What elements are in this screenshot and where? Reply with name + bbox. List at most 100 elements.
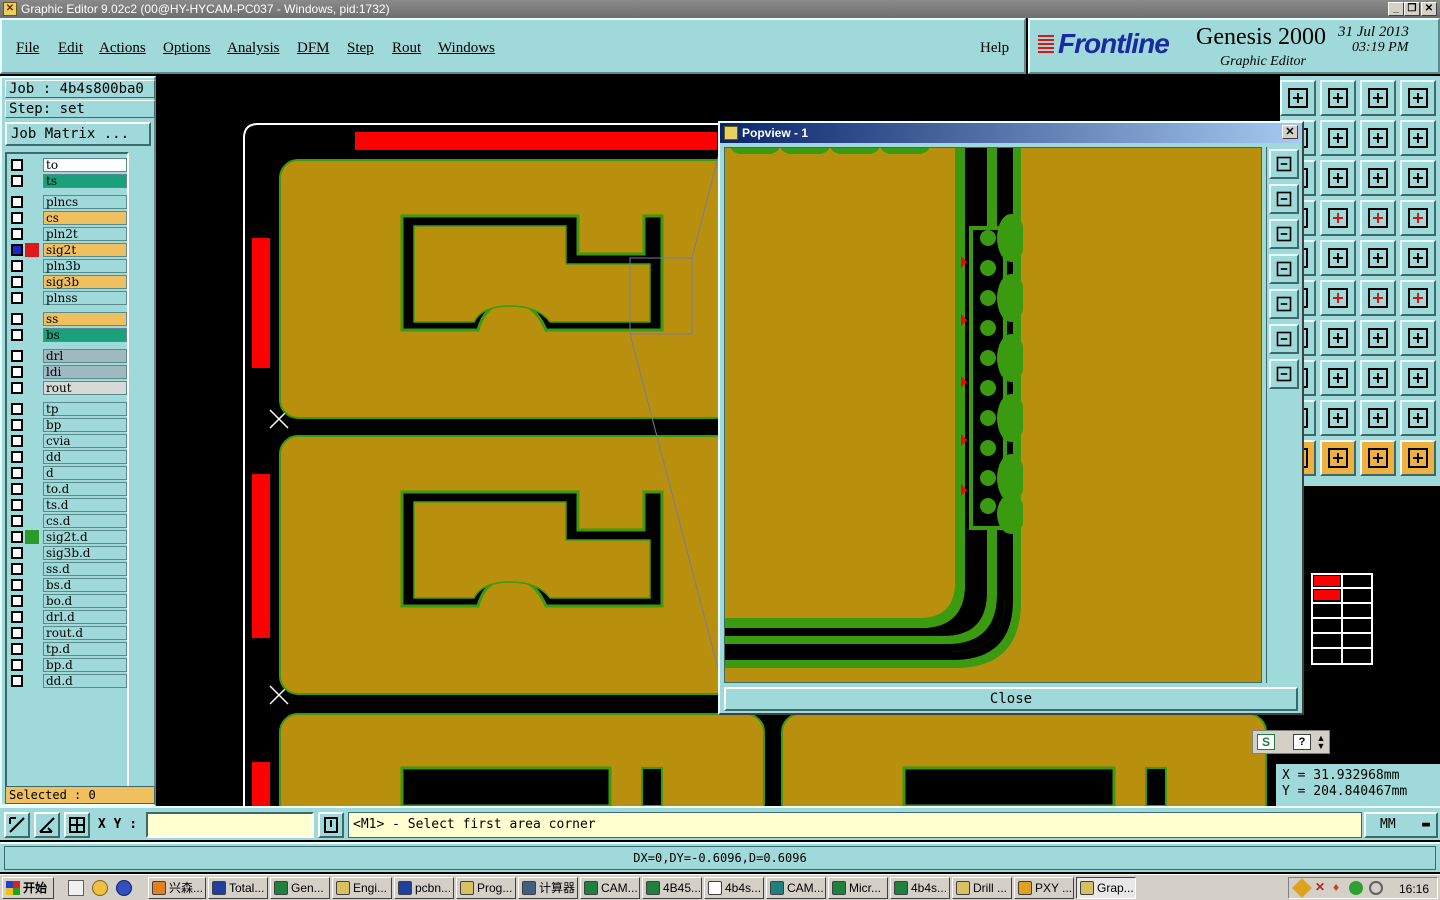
- connect-icon[interactable]: [1400, 200, 1436, 236]
- grid-snap-icon[interactable]: [64, 812, 90, 838]
- show-desktop-icon[interactable]: [68, 880, 84, 896]
- layer-name[interactable]: pln2t: [43, 227, 127, 241]
- rotate-icon[interactable]: [1360, 320, 1396, 356]
- pan-icon[interactable]: [1320, 160, 1356, 196]
- layer-row[interactable]: cvia: [9, 434, 127, 448]
- window-split-icon[interactable]: [1400, 80, 1436, 116]
- save-icon[interactable]: [1320, 80, 1356, 116]
- layer-row[interactable]: pln2t: [9, 227, 127, 241]
- group-icon[interactable]: [1400, 360, 1436, 396]
- tray-volume-icon[interactable]: [1369, 881, 1383, 895]
- select-cursor-icon[interactable]: [1320, 440, 1356, 476]
- layer-row[interactable]: dd: [9, 450, 127, 464]
- move-icon[interactable]: [1320, 120, 1356, 156]
- layer-row[interactable]: tp: [9, 402, 127, 416]
- layer-name[interactable]: cs.d: [43, 514, 127, 528]
- taskbar-button[interactable]: Micr...: [828, 877, 888, 899]
- layer-name[interactable]: sig2t: [43, 243, 127, 257]
- layer-checkbox[interactable]: [11, 382, 23, 394]
- undo-icon[interactable]: [1360, 120, 1396, 156]
- pad-icon[interactable]: [1400, 240, 1436, 276]
- layer-row[interactable]: ts.d: [9, 498, 127, 512]
- layer-checkbox[interactable]: [11, 531, 23, 543]
- cut-line-icon[interactable]: [1320, 320, 1356, 356]
- taskbar-button[interactable]: Prog...: [456, 877, 516, 899]
- start-button[interactable]: 开始: [2, 877, 54, 899]
- step-minimap[interactable]: [1304, 570, 1374, 668]
- layer-checkbox[interactable]: [11, 563, 23, 575]
- menu-help[interactable]: Help: [980, 40, 1009, 57]
- layer-checkbox[interactable]: [11, 196, 23, 208]
- layer-checkbox[interactable]: [11, 403, 23, 415]
- taskbar-button[interactable]: Drill ...: [952, 877, 1012, 899]
- snap-widget[interactable]: S ? ▲ ▼: [1252, 730, 1330, 754]
- layer-checkbox[interactable]: [11, 595, 23, 607]
- layer-name[interactable]: ldi: [43, 365, 127, 379]
- menu-dfm[interactable]: DFM: [297, 40, 330, 57]
- units-selector[interactable]: MM ▬: [1364, 812, 1438, 838]
- layer-row[interactable]: cs.d: [9, 514, 127, 528]
- layer-row[interactable]: pln3b: [9, 259, 127, 273]
- layer-name[interactable]: drl.d: [43, 610, 127, 624]
- layer-name[interactable]: to: [43, 158, 127, 172]
- layer-row[interactable]: dd.d: [9, 674, 127, 688]
- tray-network-icon[interactable]: [1349, 881, 1363, 895]
- layer-row[interactable]: to: [9, 158, 127, 172]
- taskbar-button[interactable]: Engi...: [332, 877, 392, 899]
- taskbar-button[interactable]: Grap...: [1076, 877, 1136, 899]
- pop-open-icon[interactable]: [1269, 184, 1299, 214]
- popview-close-icon[interactable]: ✕: [1282, 125, 1298, 139]
- tray-x-icon[interactable]: ✕: [1315, 880, 1325, 894]
- net-highlight-icon[interactable]: [1360, 200, 1396, 236]
- menu-file[interactable]: File: [16, 40, 39, 57]
- taskbar-button[interactable]: CAM...: [766, 877, 826, 899]
- layer-checkbox[interactable]: [11, 515, 23, 527]
- layer-checkbox[interactable]: [11, 451, 23, 463]
- scale-1-2-icon[interactable]: [1360, 160, 1396, 196]
- layer-name[interactable]: ts: [43, 174, 127, 188]
- layer-row[interactable]: ldi: [9, 365, 127, 379]
- layer-row[interactable]: ss.d: [9, 562, 127, 576]
- layer-checkbox[interactable]: [11, 260, 23, 272]
- layer-row[interactable]: cs: [9, 211, 127, 225]
- pop-zoom-fit-icon[interactable]: [1269, 149, 1299, 179]
- layer-checkbox[interactable]: [11, 175, 23, 187]
- layer-checkbox[interactable]: [11, 659, 23, 671]
- layer-name[interactable]: tp.d: [43, 642, 127, 656]
- taskbar-button[interactable]: PXY ...: [1014, 877, 1074, 899]
- layer-row[interactable]: sig3b.d: [9, 546, 127, 560]
- arc-b-icon[interactable]: [1360, 400, 1396, 436]
- menu-step[interactable]: Step: [347, 40, 374, 57]
- menu-windows[interactable]: Windows: [438, 40, 495, 57]
- layer-name[interactable]: rout: [43, 381, 127, 395]
- layer-row[interactable]: drl: [9, 349, 127, 363]
- layer-checkbox[interactable]: [11, 228, 23, 240]
- help-icon[interactable]: ?: [1293, 734, 1311, 750]
- path-icon[interactable]: [1400, 440, 1436, 476]
- layer-checkbox[interactable]: [11, 350, 23, 362]
- menu-edit[interactable]: Edit: [58, 40, 83, 57]
- menu-rout[interactable]: Rout: [392, 40, 421, 57]
- layer-name[interactable]: cs: [43, 211, 127, 225]
- layer-name[interactable]: bs.d: [43, 578, 127, 592]
- layer-name[interactable]: bo.d: [43, 594, 127, 608]
- pop-pan-icon[interactable]: [1269, 359, 1299, 389]
- taskbar-button[interactable]: 4b4s...: [704, 877, 764, 899]
- close-window-button[interactable]: ✕: [1421, 2, 1437, 16]
- pop-right-icon[interactable]: [1269, 289, 1299, 319]
- layer-checkbox[interactable]: [11, 483, 23, 495]
- arc-a-icon[interactable]: [1320, 400, 1356, 436]
- array-icon[interactable]: [1360, 360, 1396, 396]
- layer-row[interactable]: sig3b: [9, 275, 127, 289]
- layer-checkbox[interactable]: [11, 292, 23, 304]
- popview-canvas[interactable]: [724, 147, 1262, 683]
- layer-checkbox[interactable]: [11, 244, 23, 256]
- layer-name[interactable]: bp: [43, 418, 127, 432]
- net-icon[interactable]: [1320, 200, 1356, 236]
- layer-name[interactable]: bp.d: [43, 658, 127, 672]
- popview-close-button[interactable]: Close: [724, 687, 1298, 711]
- layer-row[interactable]: bs: [9, 328, 127, 342]
- tray-diamond-icon[interactable]: [1292, 878, 1312, 898]
- spin-arrows-icon[interactable]: ▲ ▼: [1315, 734, 1327, 751]
- home-icon[interactable]: [1360, 80, 1396, 116]
